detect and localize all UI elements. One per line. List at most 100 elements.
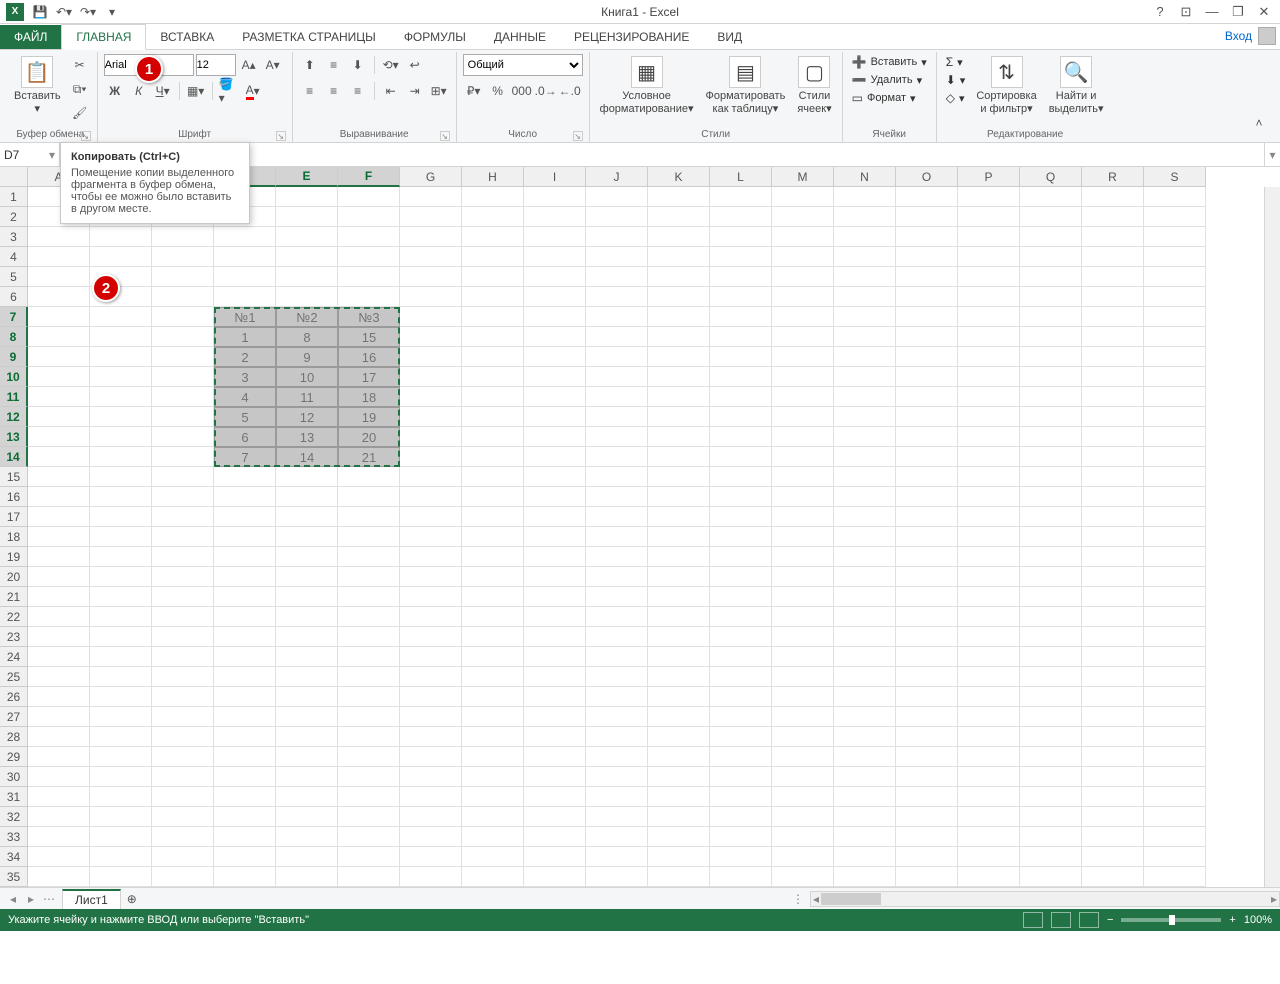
cell[interactable] xyxy=(586,687,648,707)
cell[interactable] xyxy=(28,287,90,307)
cell[interactable] xyxy=(400,327,462,347)
cell[interactable] xyxy=(1020,667,1082,687)
cell[interactable] xyxy=(1144,427,1206,447)
column-header[interactable]: Q xyxy=(1020,167,1082,187)
cell[interactable]: 9 xyxy=(276,347,338,367)
normal-view-icon[interactable] xyxy=(1023,912,1043,928)
row-header[interactable]: 23 xyxy=(0,627,28,647)
row-header[interactable]: 1 xyxy=(0,187,28,207)
cell[interactable] xyxy=(400,467,462,487)
cell[interactable] xyxy=(1082,667,1144,687)
cell[interactable] xyxy=(1020,587,1082,607)
cell[interactable] xyxy=(214,267,276,287)
cell[interactable] xyxy=(586,447,648,467)
cell[interactable]: 13 xyxy=(276,427,338,447)
cell[interactable] xyxy=(90,467,152,487)
cell[interactable]: 19 xyxy=(338,407,400,427)
page-layout-view-icon[interactable] xyxy=(1051,912,1071,928)
cell[interactable] xyxy=(1144,487,1206,507)
cell[interactable] xyxy=(276,747,338,767)
cell[interactable] xyxy=(958,747,1020,767)
ribbon-options-icon[interactable]: ⊡ xyxy=(1174,2,1198,22)
cell[interactable] xyxy=(772,787,834,807)
cell[interactable] xyxy=(958,807,1020,827)
zoom-in-icon[interactable]: + xyxy=(1229,914,1235,926)
cell[interactable] xyxy=(772,367,834,387)
cell[interactable] xyxy=(152,667,214,687)
cell[interactable] xyxy=(1082,227,1144,247)
cell-styles-button[interactable]: ▢Стилиячеек▾ xyxy=(793,54,835,117)
decrease-indent-icon[interactable]: ⇤ xyxy=(380,80,402,102)
row-header[interactable]: 24 xyxy=(0,647,28,667)
cell[interactable] xyxy=(648,727,710,747)
cell[interactable] xyxy=(896,547,958,567)
cell[interactable] xyxy=(648,647,710,667)
cell[interactable] xyxy=(710,647,772,667)
cell[interactable] xyxy=(152,307,214,327)
cell[interactable] xyxy=(90,847,152,867)
cell[interactable] xyxy=(958,267,1020,287)
row-header[interactable]: 3 xyxy=(0,227,28,247)
cell[interactable] xyxy=(834,407,896,427)
cell[interactable] xyxy=(400,567,462,587)
cell[interactable] xyxy=(1144,467,1206,487)
cell[interactable] xyxy=(276,207,338,227)
cell[interactable] xyxy=(586,627,648,647)
cell[interactable] xyxy=(772,327,834,347)
cell[interactable] xyxy=(958,307,1020,327)
cell[interactable] xyxy=(90,547,152,567)
cell[interactable] xyxy=(772,427,834,447)
cell[interactable] xyxy=(338,587,400,607)
cell[interactable] xyxy=(586,707,648,727)
cell[interactable] xyxy=(834,427,896,447)
cell[interactable] xyxy=(586,747,648,767)
cell[interactable] xyxy=(834,567,896,587)
format-cells-button[interactable]: ▭Формат▾ xyxy=(849,90,930,106)
cell[interactable] xyxy=(710,387,772,407)
cell[interactable] xyxy=(896,607,958,627)
collapse-ribbon-icon[interactable]: ˄ xyxy=(1248,112,1270,134)
cell[interactable] xyxy=(648,547,710,567)
cell[interactable] xyxy=(648,847,710,867)
cell[interactable] xyxy=(648,287,710,307)
cell[interactable]: №1 xyxy=(214,307,276,327)
cell[interactable]: 2 xyxy=(214,347,276,367)
cell[interactable]: 14 xyxy=(276,447,338,467)
cell[interactable] xyxy=(28,847,90,867)
cell[interactable] xyxy=(648,387,710,407)
cell[interactable] xyxy=(1020,747,1082,767)
cell[interactable] xyxy=(276,507,338,527)
cell[interactable] xyxy=(28,807,90,827)
cell[interactable] xyxy=(462,247,524,267)
cell[interactable] xyxy=(276,567,338,587)
cell[interactable] xyxy=(896,227,958,247)
cell[interactable] xyxy=(710,847,772,867)
cell[interactable] xyxy=(276,527,338,547)
cell[interactable] xyxy=(1020,307,1082,327)
cell[interactable] xyxy=(586,727,648,747)
increase-decimal-icon[interactable]: .0→ xyxy=(535,80,557,102)
cell[interactable] xyxy=(28,867,90,887)
cell[interactable] xyxy=(710,267,772,287)
cell[interactable] xyxy=(28,707,90,727)
cell[interactable] xyxy=(648,567,710,587)
cell[interactable] xyxy=(462,687,524,707)
cell[interactable] xyxy=(834,687,896,707)
tab-review[interactable]: РЕЦЕНЗИРОВАНИЕ xyxy=(560,25,703,49)
number-format-select[interactable]: Общий xyxy=(463,54,583,76)
column-header[interactable]: P xyxy=(958,167,1020,187)
cell[interactable] xyxy=(524,447,586,467)
sheet-nav-last-icon[interactable]: ▸ xyxy=(22,892,40,906)
cell[interactable]: 7 xyxy=(214,447,276,467)
cell[interactable] xyxy=(28,547,90,567)
cell[interactable] xyxy=(28,647,90,667)
cell[interactable] xyxy=(1144,767,1206,787)
cell[interactable] xyxy=(462,207,524,227)
cell[interactable] xyxy=(834,387,896,407)
cell[interactable] xyxy=(400,827,462,847)
cell[interactable] xyxy=(586,247,648,267)
cell[interactable] xyxy=(958,447,1020,467)
cell[interactable] xyxy=(710,767,772,787)
cell[interactable] xyxy=(896,747,958,767)
cell[interactable] xyxy=(152,567,214,587)
